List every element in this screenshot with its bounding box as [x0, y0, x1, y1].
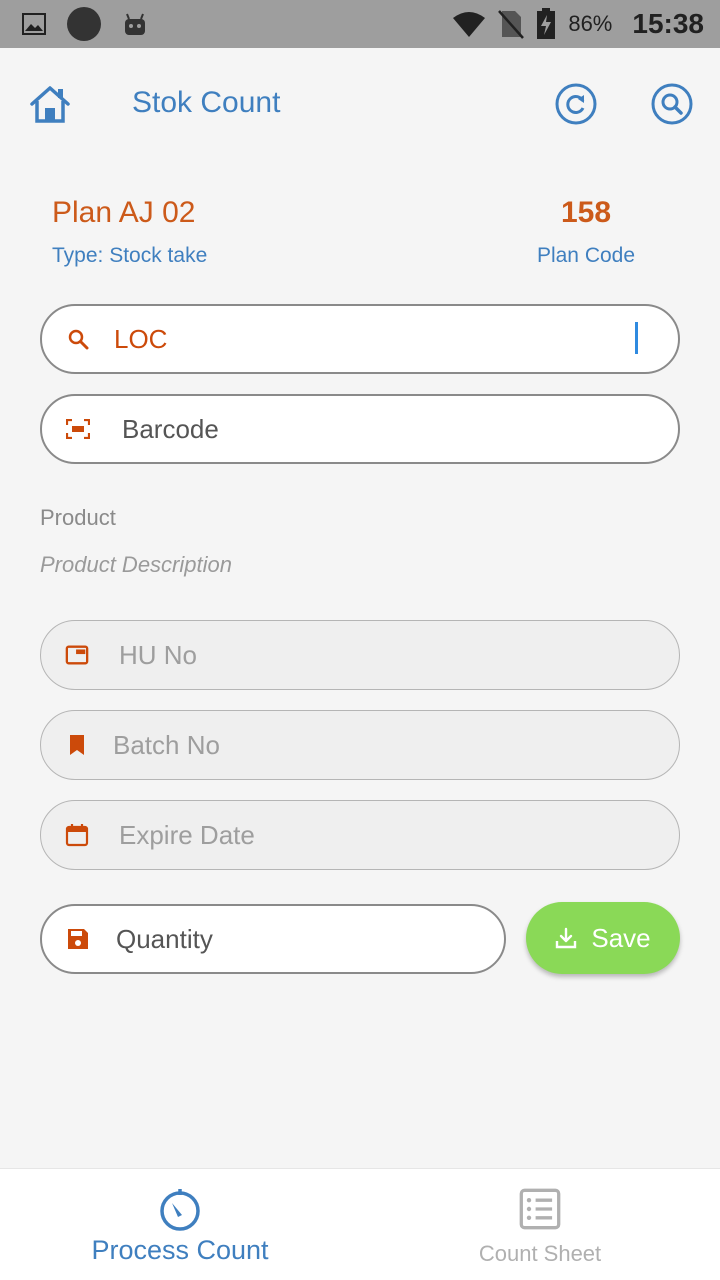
nav-count-sheet-label: Count Sheet	[478, 1241, 602, 1266]
save-button-label: Save	[591, 922, 651, 953]
expire-date-placeholder: Expire Date	[119, 819, 255, 850]
text-cursor	[635, 322, 638, 354]
circle-notification-icon	[66, 6, 102, 42]
location-input[interactable]: LOC	[40, 304, 680, 374]
save-button[interactable]: Save	[526, 902, 680, 974]
barcode-input[interactable]: Barcode	[40, 394, 680, 464]
wifi-icon	[452, 10, 486, 38]
android-notification-icon	[122, 11, 148, 37]
save-disk-icon	[66, 927, 90, 951]
plan-code-label: Plan Code	[536, 244, 636, 267]
quantity-placeholder: Quantity	[116, 923, 213, 954]
nav-count-sheet[interactable]: Count Sheet	[360, 1169, 720, 1280]
home-button[interactable]	[28, 82, 72, 126]
plan-type: Type: Stock take	[52, 244, 208, 267]
clock-time: 15:38	[632, 8, 704, 39]
refresh-icon	[555, 83, 597, 125]
list-sheet-icon	[519, 1188, 561, 1230]
refresh-button[interactable]	[554, 82, 598, 126]
batch-no-placeholder: Batch No	[113, 729, 220, 760]
gallery-notification-icon	[22, 13, 46, 35]
battery-percent: 86%	[568, 11, 613, 36]
status-left	[22, 6, 148, 42]
barcode-scan-icon	[66, 417, 90, 441]
search-icon	[66, 327, 90, 351]
nav-process-count[interactable]: Process Count	[0, 1169, 360, 1280]
hu-no-input[interactable]: HU No	[40, 620, 680, 690]
batch-no-input[interactable]: Batch No	[40, 710, 680, 780]
product-description: Product Description	[40, 552, 232, 577]
no-sim-icon	[498, 9, 525, 39]
product-label: Product	[40, 505, 116, 530]
plan-name: Plan AJ 02	[52, 196, 196, 229]
status-right: 86% 15:38	[452, 8, 704, 40]
bookmark-icon	[65, 733, 89, 757]
hu-box-icon	[65, 643, 89, 667]
calendar-icon	[65, 823, 89, 847]
search-icon	[651, 83, 693, 125]
battery-charging-icon	[536, 8, 556, 40]
app-bar: Stok Count	[0, 48, 720, 160]
barcode-placeholder: Barcode	[122, 413, 219, 444]
hu-no-placeholder: HU No	[119, 639, 198, 670]
timer-icon	[160, 1189, 200, 1231]
expire-date-input[interactable]: Expire Date	[40, 800, 680, 870]
page-title: Stok Count	[132, 86, 281, 119]
nav-process-count-label: Process Count	[91, 1235, 269, 1265]
download-icon	[556, 927, 577, 949]
location-value: LOC	[114, 323, 168, 354]
search-button[interactable]	[650, 82, 694, 126]
plan-code-value: 158	[560, 196, 612, 229]
home-icon	[30, 86, 70, 123]
bottom-navigation: Process Count Count Sheet	[0, 1168, 720, 1280]
quantity-input[interactable]: Quantity	[40, 904, 506, 974]
status-bar: 86% 15:38	[0, 0, 720, 48]
